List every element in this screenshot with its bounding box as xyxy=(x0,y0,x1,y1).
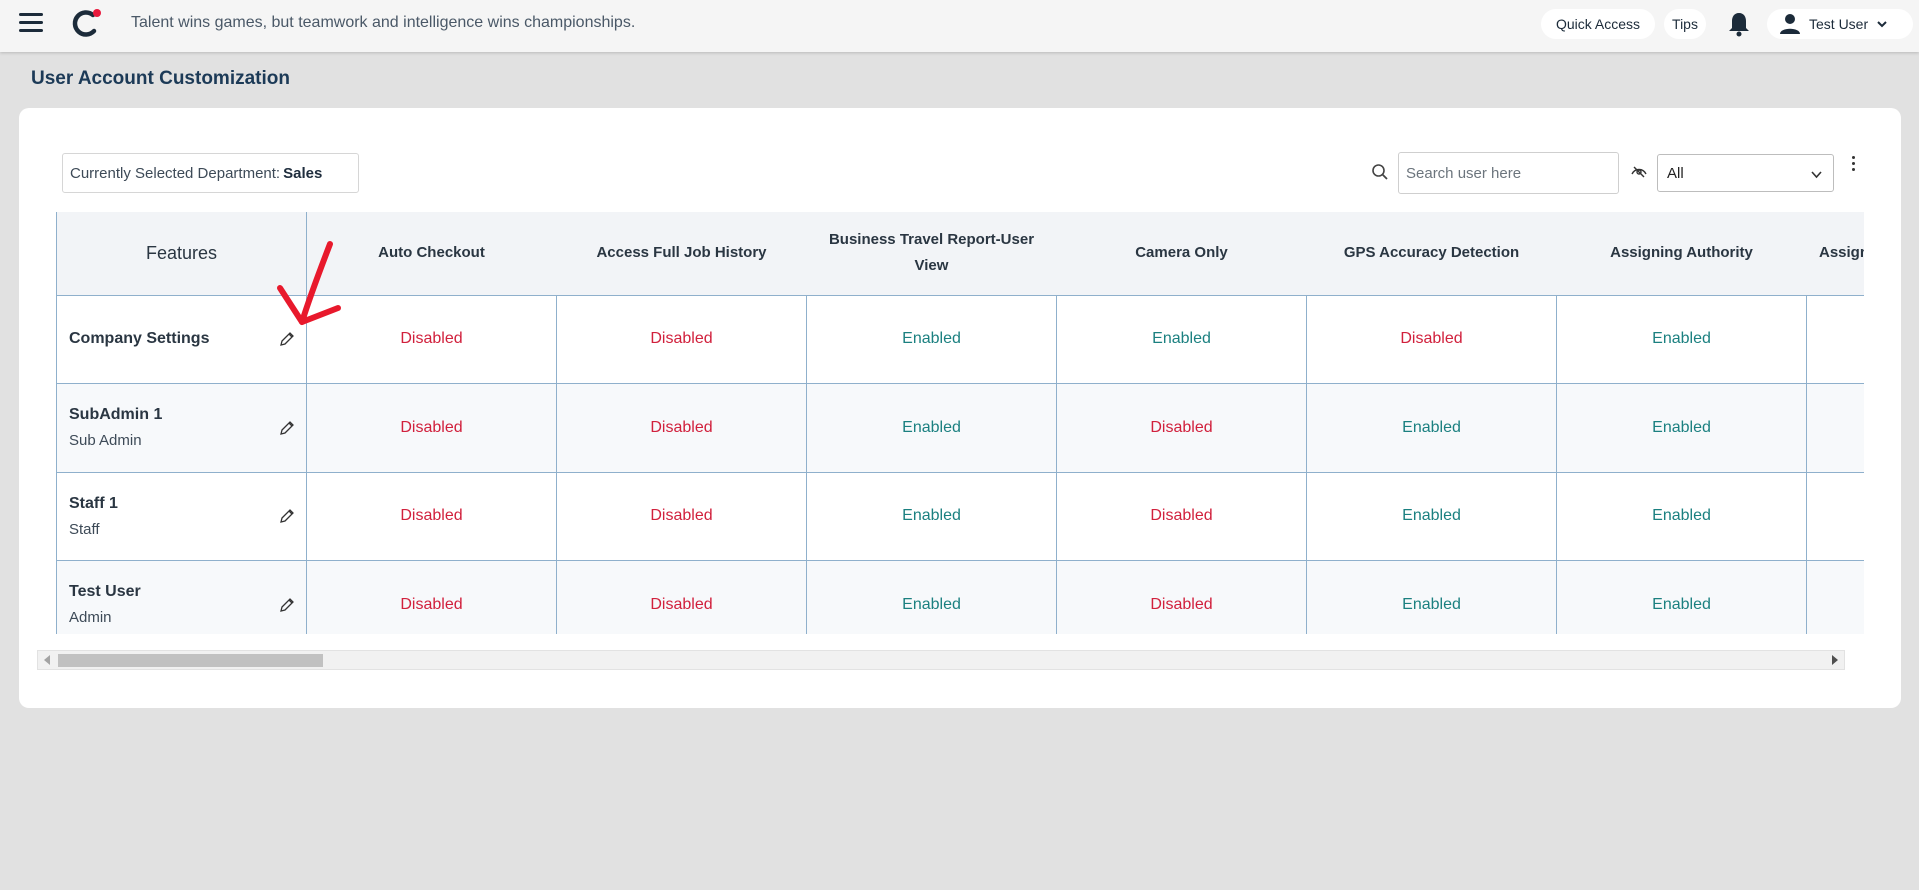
status-cell[interactable] xyxy=(1806,294,1864,384)
user-menu[interactable]: Test User xyxy=(1767,9,1913,39)
status-cell[interactable]: Disabled xyxy=(556,294,807,384)
status-cell[interactable]: Disabled xyxy=(1056,383,1307,473)
chevron-down-icon xyxy=(1877,21,1887,28)
feature-table: Features Auto Checkout Access Full Job H… xyxy=(56,212,1864,634)
main-card: Currently Selected Department: Sales All… xyxy=(19,108,1901,708)
status-cell[interactable] xyxy=(1806,383,1864,473)
chevron-down-icon xyxy=(1811,171,1822,179)
menu-icon[interactable] xyxy=(19,13,43,33)
row-name: Company Settings xyxy=(69,330,210,348)
status-cell[interactable]: Enabled xyxy=(1556,294,1807,384)
row-header: Company Settings xyxy=(56,294,307,384)
feature-table-container[interactable]: Features Auto Checkout Access Full Job H… xyxy=(56,212,1864,634)
filter-icon[interactable] xyxy=(1631,164,1647,180)
tips-button[interactable]: Tips xyxy=(1664,9,1706,39)
status-cell[interactable]: Disabled xyxy=(556,383,807,473)
status-cell[interactable]: Enabled xyxy=(1306,383,1557,473)
column-header: Camera Only xyxy=(1056,212,1307,296)
column-header: Auto Checkout xyxy=(306,212,557,296)
status-cell[interactable]: Enabled xyxy=(806,383,1057,473)
department-value: Sales xyxy=(283,164,323,182)
status-cell[interactable]: Enabled xyxy=(1556,383,1807,473)
row-header: Test User Admin xyxy=(56,560,307,634)
features-header: Features xyxy=(56,212,307,296)
status-cell[interactable]: Enabled xyxy=(806,294,1057,384)
status-cell[interactable]: Enabled xyxy=(806,471,1057,561)
pencil-edit-icon[interactable] xyxy=(278,596,296,614)
table-header-row: Features Auto Checkout Access Full Job H… xyxy=(56,212,1864,296)
status-cell[interactable]: Enabled xyxy=(1306,560,1557,634)
status-cell[interactable]: Disabled xyxy=(306,294,557,384)
scroll-right-arrow[interactable] xyxy=(1832,655,1838,665)
user-icon xyxy=(1780,14,1800,34)
column-header: Business Travel Report-User View xyxy=(806,212,1057,296)
horizontal-scrollbar[interactable] xyxy=(37,650,1845,670)
column-header: GPS Accuracy Detection xyxy=(1306,212,1557,296)
kebab-menu-icon[interactable] xyxy=(1848,156,1858,174)
status-cell[interactable]: Enabled xyxy=(806,560,1057,634)
table-row: Company Settings Disabled Disabled Enabl… xyxy=(56,294,1864,384)
pencil-edit-icon[interactable] xyxy=(278,507,296,525)
bell-icon[interactable] xyxy=(1727,11,1751,37)
top-bar: Talent wins games, but teamwork and inte… xyxy=(0,0,1919,52)
status-cell[interactable] xyxy=(1806,471,1864,561)
row-role: Admin xyxy=(69,609,112,627)
row-header: SubAdmin 1 Sub Admin xyxy=(56,383,307,473)
table-row: Test User Admin Disabled Disabled Enable… xyxy=(56,560,1864,634)
row-role: Sub Admin xyxy=(69,432,142,450)
role-filter-select[interactable]: All xyxy=(1657,154,1834,192)
scroll-left-arrow[interactable] xyxy=(44,655,50,665)
status-cell[interactable]: Enabled xyxy=(1556,471,1807,561)
column-header: Assign xyxy=(1806,212,1864,296)
search-input[interactable] xyxy=(1398,152,1619,194)
status-cell[interactable]: Enabled xyxy=(1306,471,1557,561)
status-cell[interactable]: Enabled xyxy=(1556,560,1807,634)
status-cell[interactable]: Enabled xyxy=(1056,294,1307,384)
logo-icon[interactable] xyxy=(71,7,103,39)
pencil-edit-icon[interactable] xyxy=(278,419,296,437)
quick-access-button[interactable]: Quick Access xyxy=(1541,9,1655,39)
table-row: SubAdmin 1 Sub Admin Disabled Disabled E… xyxy=(56,383,1864,473)
status-cell[interactable] xyxy=(1806,560,1864,634)
role-filter-value: All xyxy=(1667,164,1684,182)
table-row: Staff 1 Staff Disabled Disabled Enabled … xyxy=(56,471,1864,561)
row-name: Staff 1 xyxy=(69,494,118,512)
column-header: Access Full Job History xyxy=(556,212,807,296)
department-label: Currently Selected Department: xyxy=(70,164,281,182)
row-name: Test User xyxy=(69,583,141,601)
pencil-edit-icon[interactable] xyxy=(278,330,296,348)
status-cell[interactable]: Disabled xyxy=(306,471,557,561)
column-header: Assigning Authority xyxy=(1556,212,1807,296)
row-header: Staff 1 Staff xyxy=(56,471,307,561)
row-role: Staff xyxy=(69,520,100,538)
search-icon xyxy=(1372,164,1388,180)
status-cell[interactable]: Disabled xyxy=(556,471,807,561)
status-cell[interactable]: Disabled xyxy=(1306,294,1557,384)
status-cell[interactable]: Disabled xyxy=(1056,560,1307,634)
status-cell[interactable]: Disabled xyxy=(1056,471,1307,561)
status-cell[interactable]: Disabled xyxy=(306,560,557,634)
department-indicator: Currently Selected Department: Sales xyxy=(62,153,359,193)
status-cell[interactable]: Disabled xyxy=(556,560,807,634)
row-name: SubAdmin 1 xyxy=(69,406,163,424)
user-name: Test User xyxy=(1809,16,1869,32)
scrollbar-thumb[interactable] xyxy=(58,654,323,667)
page-title: User Account Customization xyxy=(31,68,290,89)
status-cell[interactable]: Disabled xyxy=(306,383,557,473)
tagline: Talent wins games, but teamwork and inte… xyxy=(131,14,636,31)
